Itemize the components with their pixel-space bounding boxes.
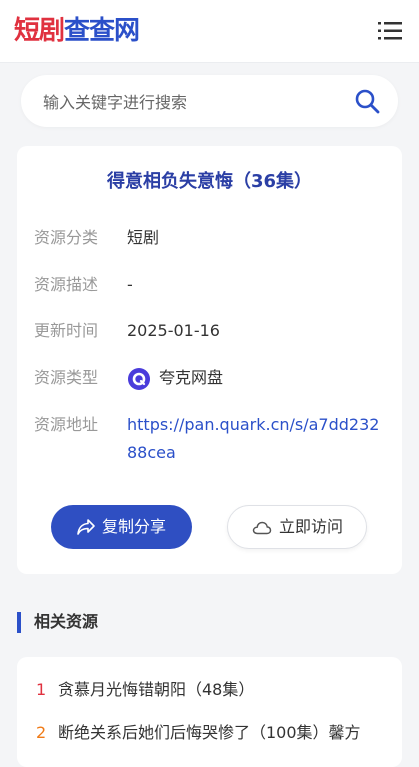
site-logo[interactable]: 短剧查查网 bbox=[14, 14, 140, 48]
logo-part1: 短剧 bbox=[14, 16, 65, 46]
logo-part2: 查查网 bbox=[64, 16, 140, 46]
rank-number: 1 bbox=[36, 680, 47, 699]
share-icon bbox=[77, 519, 95, 535]
resource-link[interactable]: https://pan.quark.cn/s/a7dd23288cea bbox=[127, 411, 383, 467]
search-bar bbox=[21, 75, 398, 127]
list-item[interactable]: 2 断绝关系后她们后悔哭惨了（100集）馨方 bbox=[0, 719, 419, 747]
header: 短剧查查网 bbox=[0, 0, 419, 63]
updated-value: 2025-01-16 bbox=[127, 321, 220, 340]
resource-title: 得意相负失意悔（36集） bbox=[106, 171, 313, 192]
description-label: 资源描述 bbox=[34, 275, 99, 294]
rank-number: 2 bbox=[36, 723, 47, 742]
category-label: 资源分类 bbox=[34, 228, 99, 247]
quark-icon bbox=[128, 368, 150, 390]
menu-icon[interactable] bbox=[378, 20, 402, 42]
search-icon[interactable] bbox=[354, 88, 380, 114]
related-title: 相关资源 bbox=[34, 612, 99, 631]
description-value: - bbox=[127, 275, 133, 294]
related-item-title: 贪慕月光悔错朝阳（48集） bbox=[58, 680, 255, 699]
category-value: 短剧 bbox=[127, 228, 160, 247]
visit-label: 立即访问 bbox=[279, 517, 344, 536]
copy-share-button[interactable]: 复制分享 bbox=[51, 505, 192, 549]
cloud-icon bbox=[252, 521, 272, 535]
section-accent-bar bbox=[17, 612, 21, 633]
type-label: 资源类型 bbox=[34, 368, 99, 387]
copy-share-label: 复制分享 bbox=[102, 517, 167, 536]
related-item-title: 断绝关系后她们后悔哭惨了（100集）馨方 bbox=[58, 723, 361, 742]
related-list bbox=[17, 657, 402, 767]
search-input[interactable] bbox=[41, 87, 345, 117]
updated-label: 更新时间 bbox=[34, 321, 99, 340]
visit-button[interactable]: 立即访问 bbox=[227, 505, 367, 549]
type-value: 夸克网盘 bbox=[159, 368, 224, 387]
list-item[interactable]: 1 贪慕月光悔错朝阳（48集） bbox=[0, 676, 419, 704]
address-label: 资源地址 bbox=[34, 415, 99, 434]
